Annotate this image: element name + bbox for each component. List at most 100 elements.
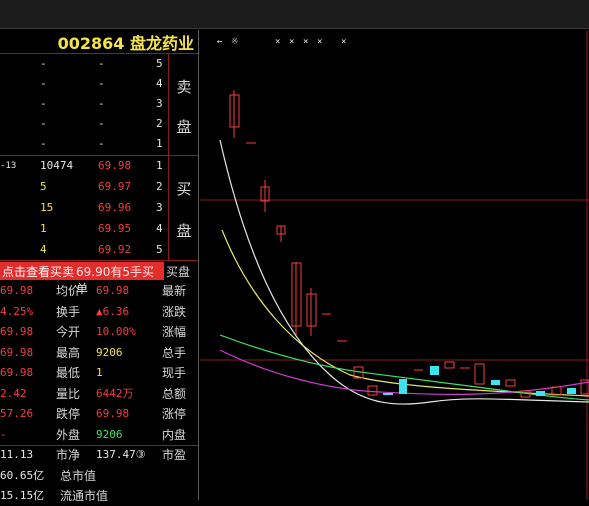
- stat-value: 11.13: [0, 448, 34, 461]
- banner-middle: 买卖: [50, 265, 75, 279]
- buy-label: 盘: [176, 222, 192, 240]
- stat-label: 最高: [56, 345, 81, 360]
- stat-label: 今开: [56, 325, 81, 339]
- sell-price: -: [40, 97, 47, 110]
- stat-label: 量比: [56, 386, 81, 401]
- stat-value: 57.26: [0, 407, 34, 420]
- candle: [367, 385, 378, 396]
- stat-value: 1: [96, 366, 103, 379]
- ma-yellow: [221, 229, 589, 397]
- stat-value: 9206: [96, 427, 123, 441]
- stat-value: 69.98: [96, 407, 130, 420]
- stat-label: 涨幅: [162, 325, 187, 339]
- kline-chart[interactable]: [200, 30, 589, 500]
- buy-price: 69.92: [98, 243, 132, 256]
- buy-level: 2: [156, 180, 163, 193]
- buy-volume: 4: [40, 243, 47, 256]
- sell-row: - - 2: [0, 114, 170, 136]
- stat-value: 69.98: [96, 284, 130, 297]
- sell-price: -: [40, 117, 47, 130]
- stat-label: 总手: [162, 345, 187, 360]
- stat-value: 69.98: [0, 325, 34, 338]
- stat-row: 15.15亿 流通市值: [0, 486, 198, 506]
- stat-label: 市盈: [162, 448, 187, 462]
- sell-price: -: [40, 57, 47, 70]
- buy-price: 69.95: [98, 222, 132, 235]
- buy-row: 4 69.92 5: [0, 240, 170, 262]
- stat-row: - 外盘 9206 内盘: [0, 425, 198, 445]
- buy-level: 4: [156, 222, 163, 235]
- buy-row: -13 10474 69.98 1: [0, 156, 170, 178]
- stat-label: 最低: [56, 366, 81, 380]
- sell-level: 4: [156, 77, 163, 90]
- sell-volume: -: [98, 77, 105, 90]
- window-titlebar: [0, 0, 589, 29]
- stock-title-text: 002864 盘龙药业: [57, 34, 194, 53]
- stat-label: 跌停: [56, 407, 81, 421]
- candle: [399, 379, 407, 394]
- stat-label: 均价: [56, 284, 81, 298]
- stat-label: 涨跌: [162, 304, 187, 319]
- stat-value: -: [0, 427, 7, 441]
- stat-label: 涨停: [162, 407, 187, 421]
- candle: [567, 388, 576, 394]
- candle: [491, 380, 500, 385]
- stat-value: 2.42: [0, 386, 27, 400]
- buy-volume: 5: [40, 180, 47, 193]
- stat-row: 69.98 今开 10.00% 涨幅: [0, 322, 198, 342]
- sell-label: 盘: [176, 118, 192, 136]
- stat-value: 4.25%: [0, 304, 34, 318]
- stat-value: 15.15亿: [0, 489, 45, 502]
- candle: [505, 379, 516, 387]
- buy-row: 15 69.96 3: [0, 198, 170, 220]
- stat-label: 换手: [56, 304, 81, 319]
- sell-volume: -: [98, 57, 105, 70]
- sell-row: - - 4: [0, 74, 170, 96]
- sell-price: -: [40, 137, 47, 150]
- stat-label: 流通市值: [60, 489, 109, 503]
- stat-label: 现手: [162, 366, 187, 380]
- stat-value: 10.00%: [96, 325, 136, 338]
- banner-link[interactable]: 点击查看: [2, 263, 50, 280]
- stat-row: 2.42 量比 6442万 总额: [0, 384, 198, 404]
- sell-level: 5: [156, 57, 163, 70]
- sell-row: - - 3: [0, 94, 170, 116]
- buy-level: 5: [156, 243, 163, 256]
- stat-value: 137.47③: [96, 448, 146, 461]
- buy-price: 69.98: [98, 159, 132, 172]
- stat-label: 内盘: [162, 427, 187, 442]
- sell-level: 2: [156, 117, 163, 130]
- buy-row: 5 69.97 2: [0, 177, 170, 199]
- buy-level: 1: [156, 159, 163, 172]
- panel-divider: [198, 30, 199, 500]
- banner-tag: 买盘: [166, 265, 191, 279]
- buy-price: 69.96: [98, 201, 132, 214]
- stat-row: 69.98 最高 9206 总手: [0, 343, 198, 363]
- stat-label: 总市值: [60, 468, 97, 483]
- candle: [430, 366, 439, 375]
- candle: [474, 363, 485, 385]
- stat-value: 60.65亿: [0, 468, 45, 482]
- sell-row: - - 1: [0, 134, 170, 156]
- sell-row: - - 5: [0, 54, 170, 76]
- stat-row: 69.98 均价 69.98 最新: [0, 281, 198, 301]
- sell-volume: -: [98, 117, 105, 130]
- sell-volume: -: [98, 97, 105, 110]
- sell-price: -: [40, 77, 47, 90]
- sell-level: 3: [156, 97, 163, 110]
- stat-label: 市净: [56, 448, 81, 462]
- stat-value: 6442万: [96, 386, 134, 400]
- stat-value: ▲6.36: [96, 304, 130, 318]
- buy-volume: 10474: [40, 159, 74, 172]
- sell-volume: -: [98, 137, 105, 150]
- stat-label: 最新: [162, 284, 187, 298]
- candle: [444, 361, 455, 369]
- sell-level: 1: [156, 137, 163, 150]
- stat-value: 69.98: [0, 284, 34, 297]
- stat-value: 69.98: [0, 345, 34, 359]
- promo-banner[interactable]: 点击查看 买卖 69.90有5手买单: [0, 262, 164, 296]
- stat-row: 57.26 跌停 69.98 涨停: [0, 404, 198, 424]
- sell-label: 卖: [176, 78, 192, 96]
- stat-value: 9206: [96, 345, 123, 359]
- buy-price: 69.97: [98, 180, 132, 193]
